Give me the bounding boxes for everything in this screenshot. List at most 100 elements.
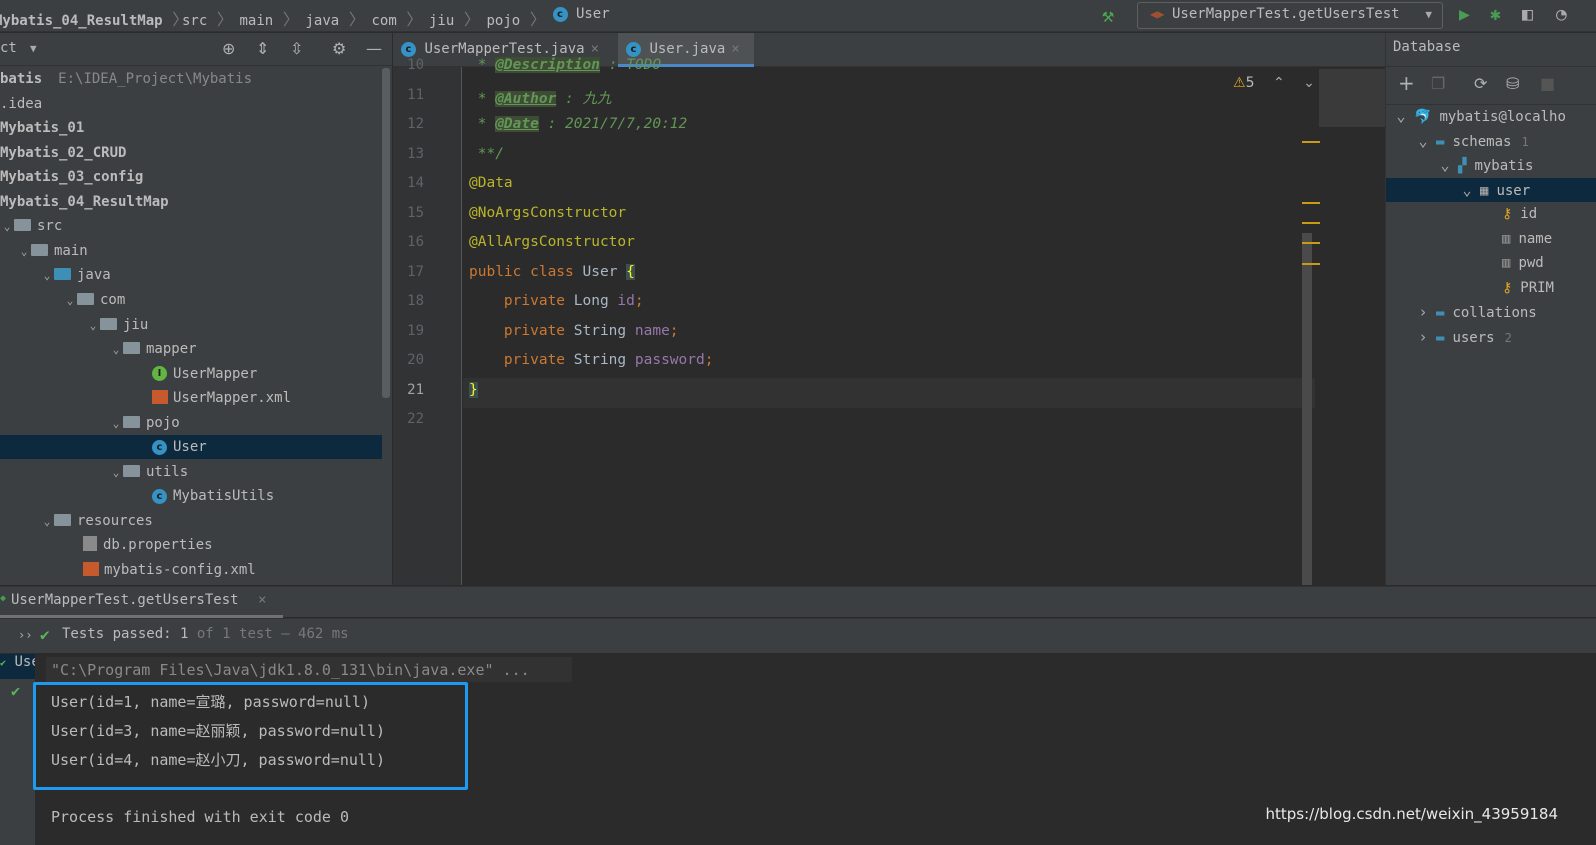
duplicate-icon[interactable]: ❐: [1431, 74, 1445, 93]
run-tab[interactable]: ◆ UserMapperTest.getUsersTest ×: [0, 587, 283, 618]
collapse-all-icon[interactable]: ⇳: [290, 39, 303, 58]
breadcrumb-item[interactable]: pojo 〉: [487, 6, 546, 30]
tree-item-label: jiu: [123, 316, 149, 333]
folder-icon: ▬: [1436, 329, 1445, 346]
code-token: *: [469, 90, 496, 107]
db-tree-label: users: [1452, 329, 1495, 346]
tree-item[interactable]: mybatis-config.xml: [0, 558, 382, 582]
db-tree-label: mybatis@localho: [1439, 109, 1566, 125]
db-tree-item[interactable]: › ▬ collations: [1386, 300, 1596, 324]
build-hammer-icon[interactable]: ⚒: [1102, 3, 1114, 27]
db-tree-item[interactable]: ▥ pwd: [1386, 251, 1596, 275]
tree-item[interactable]: .idea: [0, 92, 382, 116]
breadcrumb-item[interactable]: Mybatis_04_ResultMap 〉: [0, 6, 188, 30]
inspection-widget[interactable]: ⚠5 ⌃ ⌄: [1233, 75, 1315, 91]
chevron-down-icon[interactable]: ▼: [30, 42, 37, 55]
chevron-down-icon: ⌄: [112, 416, 120, 430]
tree-item[interactable]: batis E:\IDEA_Project\Mybatis: [0, 67, 382, 91]
close-icon[interactable]: ×: [591, 41, 599, 57]
tree-item[interactable]: Mybatis_01: [0, 116, 382, 140]
db-tree-item[interactable]: ⌄ ▬ schemas 1: [1386, 129, 1596, 153]
tree-item[interactable]: ⌄ mapper: [0, 337, 382, 361]
breadcrumb-item[interactable]: main 〉: [240, 6, 299, 30]
warning-count: 5: [1245, 75, 1255, 91]
gear-icon[interactable]: ⚙: [332, 39, 346, 58]
tree-item[interactable]: ⌄ src: [0, 214, 382, 238]
database-title: Database: [1393, 39, 1461, 55]
tree-item-label: resources: [77, 512, 153, 529]
breadcrumb-item[interactable]: jiu 〉: [429, 6, 480, 30]
code-line: public class User {: [469, 263, 635, 280]
stop-icon[interactable]: ■: [1540, 74, 1555, 93]
project-view-select[interactable]: ct: [0, 40, 17, 56]
breadcrumb-item[interactable]: src 〉: [182, 6, 233, 30]
code-token: : TODO: [599, 57, 662, 73]
warning-marker[interactable]: [1302, 242, 1320, 244]
breadcrumb-item[interactable]: com 〉: [372, 6, 423, 30]
refresh-icon[interactable]: ⟳: [1474, 74, 1487, 93]
tree-item[interactable]: ⌄ java: [0, 263, 382, 287]
warning-marker[interactable]: [1302, 263, 1320, 265]
test-tree-item[interactable]: ✔ User: [0, 654, 35, 679]
tree-item[interactable]: I UserMapper: [0, 362, 382, 386]
db-tree-item[interactable]: ⌄ ▞ mybatis: [1386, 153, 1596, 177]
folder-icon: [31, 243, 48, 256]
tree-item[interactable]: ⌄ jiu: [0, 313, 382, 337]
tree-item[interactable]: Mybatis_04_ResultMap: [0, 190, 382, 214]
db-tree-item[interactable]: ⚷ id: [1386, 202, 1596, 226]
run-configuration-select[interactable]: ◀▶ UserMapperTest.getUsersTest ▼: [1137, 2, 1443, 29]
locate-icon[interactable]: ⊕: [222, 39, 235, 58]
profiler-icon[interactable]: ◔: [1556, 4, 1567, 25]
navigation-bar: Mybatis_04_ResultMap 〉 src 〉 main 〉 java 〉 c…: [0, 0, 1596, 32]
run-config-label: UserMapperTest.getUsersTest: [1172, 6, 1400, 22]
tree-item[interactable]: UserMapper.xml: [0, 386, 382, 410]
tree-item[interactable]: c User: [0, 435, 382, 460]
tree-item[interactable]: db.properties: [0, 533, 382, 557]
tree-item[interactable]: ⌄ pojo: [0, 411, 382, 435]
hide-icon[interactable]: —: [366, 39, 382, 58]
code-token: @Author: [495, 90, 557, 107]
next-highlight-icon[interactable]: ⌄: [1303, 75, 1315, 91]
warning-marker[interactable]: [1302, 222, 1320, 224]
more-icon[interactable]: ››: [18, 628, 32, 642]
tree-item[interactable]: c MybatisUtils: [0, 484, 382, 508]
breadcrumb-item[interactable]: java 〉: [306, 6, 365, 30]
db-tree-item[interactable]: ⌄ ▦ user: [1386, 177, 1596, 202]
add-icon[interactable]: +: [1398, 71, 1415, 95]
coverage-icon[interactable]: ◧: [1522, 4, 1533, 25]
editor-scrollbar[interactable]: [1302, 233, 1312, 585]
previous-highlight-icon[interactable]: ⌃: [1273, 75, 1285, 91]
tree-item[interactable]: Mybatis_02_CRUD: [0, 141, 382, 165]
close-icon[interactable]: ×: [731, 41, 739, 57]
run-icon[interactable]: ▶: [1459, 4, 1470, 25]
warning-marker[interactable]: [1302, 141, 1320, 143]
scrollbar[interactable]: [382, 68, 390, 398]
tree-item[interactable]: ⌄ resources: [0, 509, 382, 533]
tree-item[interactable]: ⌄ utils: [0, 460, 382, 484]
tree-item[interactable]: ⌄ main: [0, 239, 382, 263]
db-tree-item[interactable]: ⌄ 🐬 mybatis@localho: [1386, 104, 1596, 128]
properties-icon[interactable]: ⛁: [1506, 74, 1519, 93]
breadcrumb-label: java: [305, 13, 340, 29]
db-tree-item[interactable]: › ▬ users 2: [1386, 325, 1596, 349]
interface-icon: I: [152, 366, 167, 382]
column-icon: ▥: [1502, 230, 1511, 247]
warning-marker[interactable]: [1302, 202, 1320, 204]
xml-file-icon: [83, 562, 99, 576]
tree-item[interactable]: ⌄ com: [0, 288, 382, 312]
breadcrumb-item[interactable]: c User: [552, 6, 610, 22]
tree-item[interactable]: Mybatis_03_config: [0, 165, 382, 189]
test-tree-label: User: [14, 654, 35, 670]
close-icon[interactable]: ×: [258, 592, 266, 608]
debug-icon[interactable]: ✱: [1490, 4, 1501, 25]
db-tree-item[interactable]: ▥ name: [1386, 227, 1596, 251]
chevron-down-icon: ⌄: [112, 465, 120, 479]
expand-all-icon[interactable]: ⇕: [256, 39, 269, 58]
db-tree-item[interactable]: ⚷ PRIM: [1386, 276, 1596, 300]
editor: c UserMapperTest.java × c User.java × 10 11…: [393, 33, 1385, 585]
tree-item-label: mapper: [146, 341, 197, 358]
tree-item-label: UserMapper: [173, 365, 258, 382]
code-token: @Date: [495, 116, 539, 132]
tree-item-label: pojo: [146, 414, 180, 431]
highlight-box: [33, 682, 468, 790]
